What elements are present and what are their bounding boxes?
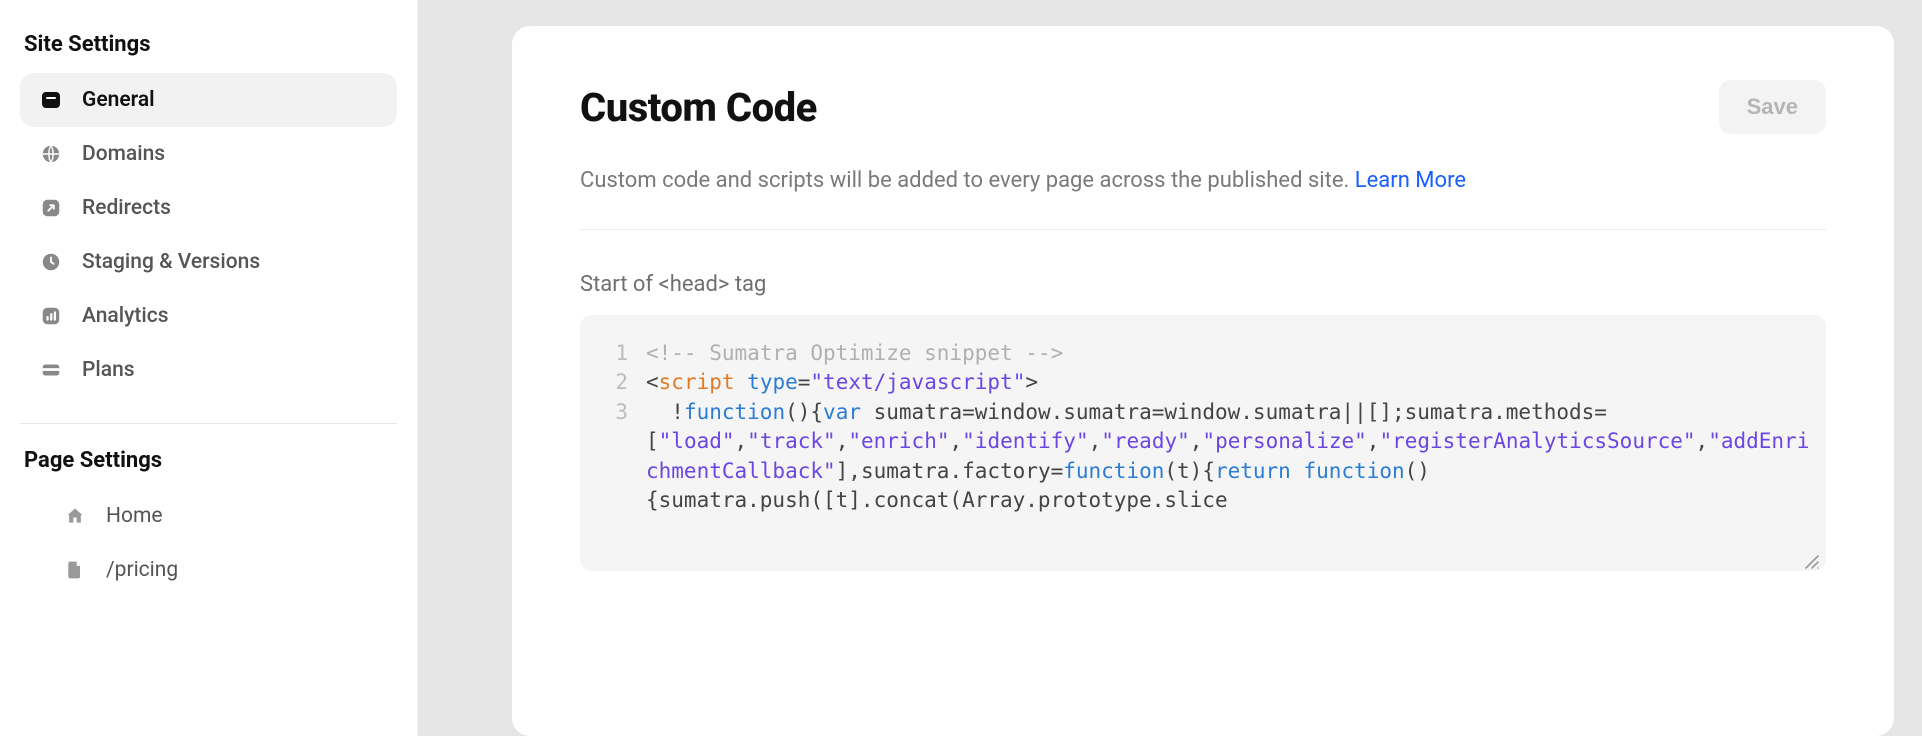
main-area: Custom Code Save Custom code and scripts…: [418, 0, 1922, 736]
sidebar-item-staging-versions[interactable]: Staging & Versions: [20, 235, 397, 289]
sidebar-item-label: General: [82, 88, 155, 112]
page-item-label: Home: [106, 504, 163, 528]
general-icon: [38, 87, 64, 113]
analytics-icon: [38, 303, 64, 329]
head-tag-field-label: Start of <head> tag: [580, 272, 1826, 297]
sidebar-item-label: Plans: [82, 358, 135, 382]
page-item-home[interactable]: Home: [20, 489, 397, 543]
code-body[interactable]: <!-- Sumatra Optimize snippet --><script…: [646, 339, 1810, 559]
home-icon: [62, 503, 88, 529]
card-divider: [580, 229, 1826, 230]
page-item-label: /pricing: [106, 558, 178, 582]
learn-more-link[interactable]: Learn More: [1355, 168, 1466, 193]
page-item-pricing[interactable]: /pricing: [20, 543, 397, 597]
redirect-icon: [38, 195, 64, 221]
globe-icon: [38, 141, 64, 167]
clock-icon: [38, 249, 64, 275]
page-settings-list: Home /pricing: [20, 489, 397, 597]
site-settings-list: General Domains Redirects Staging & Vers…: [20, 73, 397, 397]
code-gutter: 123: [596, 339, 646, 559]
sidebar-item-plans[interactable]: Plans: [20, 343, 397, 397]
sidebar-item-label: Redirects: [82, 196, 171, 220]
sidebar-divider: [20, 423, 397, 424]
save-button[interactable]: Save: [1719, 80, 1826, 134]
description-text: Custom code and scripts will be added to…: [580, 168, 1355, 193]
sidebar-item-label: Domains: [82, 142, 165, 166]
page-title: Custom Code: [580, 84, 817, 131]
sidebar-item-label: Analytics: [82, 304, 169, 328]
sidebar-item-redirects[interactable]: Redirects: [20, 181, 397, 235]
code-editor[interactable]: 123 <!-- Sumatra Optimize snippet --><sc…: [580, 315, 1826, 571]
sidebar-item-label: Staging & Versions: [82, 250, 260, 274]
card-icon: [38, 357, 64, 383]
sidebar-item-analytics[interactable]: Analytics: [20, 289, 397, 343]
card-header: Custom Code Save: [580, 80, 1826, 134]
site-settings-heading: Site Settings: [24, 32, 397, 57]
custom-code-card: Custom Code Save Custom code and scripts…: [512, 26, 1894, 736]
resize-handle-icon[interactable]: [1804, 549, 1822, 567]
file-icon: [62, 557, 88, 583]
card-description: Custom code and scripts will be added to…: [580, 164, 1826, 197]
page-settings-heading: Page Settings: [24, 448, 397, 473]
sidebar: Site Settings General Domains Redirects …: [0, 0, 418, 736]
sidebar-item-domains[interactable]: Domains: [20, 127, 397, 181]
sidebar-item-general[interactable]: General: [20, 73, 397, 127]
